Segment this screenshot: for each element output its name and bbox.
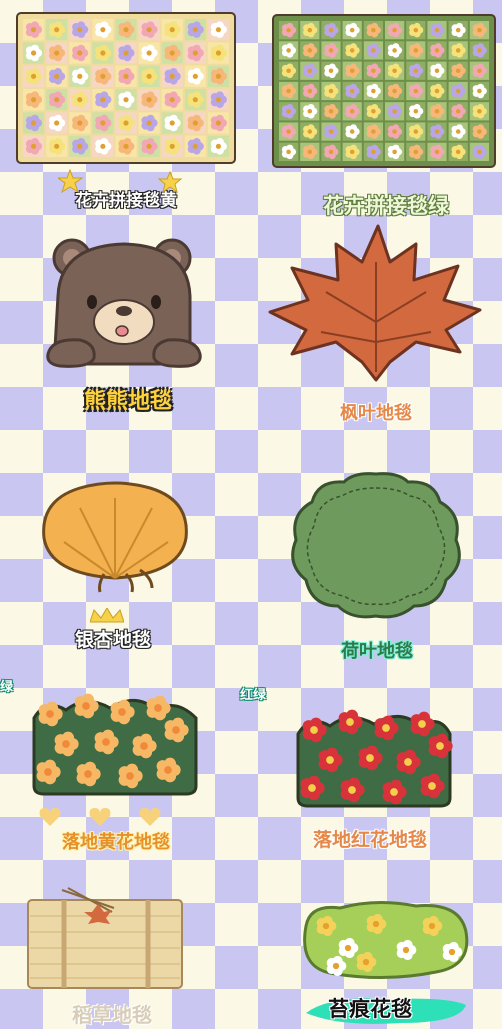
star-decoration-icon	[58, 168, 183, 194]
bear-rug	[46, 238, 202, 368]
red-flower-rug-card[interactable]	[290, 704, 458, 810]
ginkgo-leaf-rug	[42, 481, 188, 593]
moss-rug-card[interactable]	[296, 896, 472, 980]
red-flower-rug-label: 落地红花地毯	[312, 829, 428, 851]
straw-rug	[27, 887, 183, 989]
bear-rug-label: 熊熊地毯	[83, 389, 173, 414]
flower-patch-yellow-rug	[16, 12, 236, 164]
ginkgo-rug-label: 银杏地毯	[74, 629, 152, 652]
moss-flower-rug	[303, 900, 469, 980]
maple-leaf-rug	[268, 224, 482, 382]
straw-rug-card[interactable]	[22, 886, 188, 994]
flower-patch-green-card[interactable]	[272, 14, 496, 168]
bear-rug-card[interactable]	[40, 236, 210, 376]
left-edge-tag: 绿	[0, 680, 14, 695]
lotus-leaf-rug	[291, 472, 461, 619]
heart-decoration-icon	[39, 808, 161, 826]
yellow-flower-rug-card[interactable]	[26, 688, 204, 798]
lotus-rug-card[interactable]	[288, 470, 464, 620]
flower-patch-green-label: 花卉拼接毯绿	[323, 194, 449, 218]
crown-decoration-icon	[90, 608, 124, 623]
maple-rug-label: 枫叶地毯	[340, 403, 412, 424]
yellow-flower-rug-label: 落地黄花地毯	[62, 832, 170, 853]
flower-patch-yellow-card[interactable]	[16, 12, 236, 164]
maple-rug-card[interactable]	[266, 222, 486, 384]
yellow-flower-rug	[32, 693, 198, 796]
ginkgo-rug-card[interactable]	[40, 478, 190, 594]
straw-rug-label: 稻草地毯	[72, 1003, 152, 1027]
flower-patch-green-rug	[272, 14, 496, 168]
right-edge-tag: 红绿	[240, 688, 267, 703]
lotus-rug-label: 荷叶地毯	[341, 641, 413, 662]
red-flower-rug	[296, 709, 453, 808]
moss-rug-label: 苔痕花毯	[328, 997, 412, 1021]
